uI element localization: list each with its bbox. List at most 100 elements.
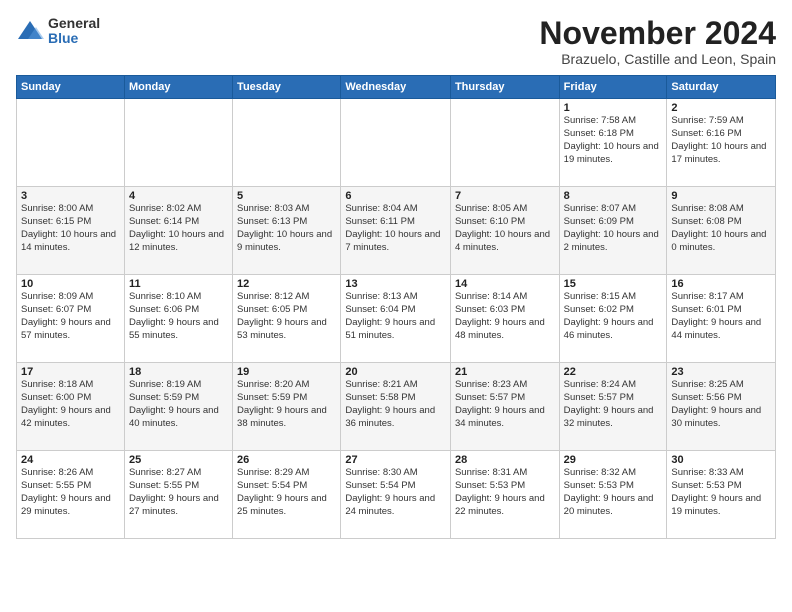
- day-info: Sunrise: 7:58 AMSunset: 6:18 PMDaylight:…: [564, 115, 663, 166]
- page-container: General Blue November 2024 Brazuelo, Cas…: [0, 0, 792, 547]
- day-info: Sunrise: 8:03 AMSunset: 6:13 PMDaylight:…: [237, 203, 336, 254]
- day-number: 23: [671, 366, 771, 378]
- day-info: Sunrise: 8:12 AMSunset: 6:05 PMDaylight:…: [237, 291, 336, 342]
- day-number: 7: [455, 190, 555, 202]
- col-sunday: Sunday: [17, 76, 125, 99]
- calendar-cell: 22Sunrise: 8:24 AMSunset: 5:57 PMDayligh…: [559, 363, 667, 451]
- calendar-cell: [17, 99, 125, 187]
- day-info: Sunrise: 8:30 AMSunset: 5:54 PMDaylight:…: [345, 467, 446, 518]
- calendar-cell: 24Sunrise: 8:26 AMSunset: 5:55 PMDayligh…: [17, 451, 125, 539]
- col-saturday: Saturday: [667, 76, 776, 99]
- logo-text: General Blue: [48, 16, 100, 47]
- title-section: November 2024 Brazuelo, Castille and Leo…: [539, 16, 776, 67]
- day-info: Sunrise: 8:33 AMSunset: 5:53 PMDaylight:…: [671, 467, 771, 518]
- month-title: November 2024: [539, 16, 776, 51]
- day-info: Sunrise: 8:05 AMSunset: 6:10 PMDaylight:…: [455, 203, 555, 254]
- day-number: 22: [564, 366, 663, 378]
- day-number: 1: [564, 102, 663, 114]
- calendar-week-2: 3Sunrise: 8:00 AMSunset: 6:15 PMDaylight…: [17, 187, 776, 275]
- calendar-cell: 12Sunrise: 8:12 AMSunset: 6:05 PMDayligh…: [233, 275, 341, 363]
- day-number: 13: [345, 278, 446, 290]
- day-info: Sunrise: 8:19 AMSunset: 5:59 PMDaylight:…: [129, 379, 228, 430]
- day-number: 16: [671, 278, 771, 290]
- calendar-cell: 26Sunrise: 8:29 AMSunset: 5:54 PMDayligh…: [233, 451, 341, 539]
- day-number: 30: [671, 454, 771, 466]
- calendar-cell: 10Sunrise: 8:09 AMSunset: 6:07 PMDayligh…: [17, 275, 125, 363]
- day-info: Sunrise: 8:26 AMSunset: 5:55 PMDaylight:…: [21, 467, 120, 518]
- calendar-week-3: 10Sunrise: 8:09 AMSunset: 6:07 PMDayligh…: [17, 275, 776, 363]
- calendar-cell: 29Sunrise: 8:32 AMSunset: 5:53 PMDayligh…: [559, 451, 667, 539]
- day-number: 9: [671, 190, 771, 202]
- logo-general: General: [48, 16, 100, 31]
- day-info: Sunrise: 8:14 AMSunset: 6:03 PMDaylight:…: [455, 291, 555, 342]
- col-tuesday: Tuesday: [233, 76, 341, 99]
- calendar-cell: 9Sunrise: 8:08 AMSunset: 6:08 PMDaylight…: [667, 187, 776, 275]
- day-info: Sunrise: 8:07 AMSunset: 6:09 PMDaylight:…: [564, 203, 663, 254]
- day-info: Sunrise: 8:18 AMSunset: 6:00 PMDaylight:…: [21, 379, 120, 430]
- calendar-cell: [233, 99, 341, 187]
- day-number: 2: [671, 102, 771, 114]
- day-info: Sunrise: 8:25 AMSunset: 5:56 PMDaylight:…: [671, 379, 771, 430]
- calendar-header: Sunday Monday Tuesday Wednesday Thursday…: [17, 76, 776, 99]
- day-info: Sunrise: 8:15 AMSunset: 6:02 PMDaylight:…: [564, 291, 663, 342]
- day-info: Sunrise: 8:23 AMSunset: 5:57 PMDaylight:…: [455, 379, 555, 430]
- logo-blue: Blue: [48, 31, 100, 46]
- day-number: 19: [237, 366, 336, 378]
- day-number: 28: [455, 454, 555, 466]
- calendar-week-5: 24Sunrise: 8:26 AMSunset: 5:55 PMDayligh…: [17, 451, 776, 539]
- day-number: 27: [345, 454, 446, 466]
- calendar-cell: 5Sunrise: 8:03 AMSunset: 6:13 PMDaylight…: [233, 187, 341, 275]
- calendar-cell: [341, 99, 451, 187]
- calendar-table: Sunday Monday Tuesday Wednesday Thursday…: [16, 75, 776, 539]
- calendar-cell: 13Sunrise: 8:13 AMSunset: 6:04 PMDayligh…: [341, 275, 451, 363]
- col-monday: Monday: [124, 76, 232, 99]
- day-number: 4: [129, 190, 228, 202]
- calendar-cell: 27Sunrise: 8:30 AMSunset: 5:54 PMDayligh…: [341, 451, 451, 539]
- day-info: Sunrise: 8:31 AMSunset: 5:53 PMDaylight:…: [455, 467, 555, 518]
- calendar-cell: 21Sunrise: 8:23 AMSunset: 5:57 PMDayligh…: [450, 363, 559, 451]
- calendar-cell: 3Sunrise: 8:00 AMSunset: 6:15 PMDaylight…: [17, 187, 125, 275]
- day-number: 24: [21, 454, 120, 466]
- day-number: 3: [21, 190, 120, 202]
- calendar-cell: 30Sunrise: 8:33 AMSunset: 5:53 PMDayligh…: [667, 451, 776, 539]
- calendar-cell: 1Sunrise: 7:58 AMSunset: 6:18 PMDaylight…: [559, 99, 667, 187]
- day-info: Sunrise: 8:24 AMSunset: 5:57 PMDaylight:…: [564, 379, 663, 430]
- col-wednesday: Wednesday: [341, 76, 451, 99]
- day-number: 5: [237, 190, 336, 202]
- calendar-cell: [450, 99, 559, 187]
- day-number: 26: [237, 454, 336, 466]
- header: General Blue November 2024 Brazuelo, Cas…: [16, 16, 776, 67]
- day-info: Sunrise: 8:20 AMSunset: 5:59 PMDaylight:…: [237, 379, 336, 430]
- calendar-week-1: 1Sunrise: 7:58 AMSunset: 6:18 PMDaylight…: [17, 99, 776, 187]
- day-info: Sunrise: 8:21 AMSunset: 5:58 PMDaylight:…: [345, 379, 446, 430]
- calendar-cell: 16Sunrise: 8:17 AMSunset: 6:01 PMDayligh…: [667, 275, 776, 363]
- day-info: Sunrise: 7:59 AMSunset: 6:16 PMDaylight:…: [671, 115, 771, 166]
- day-number: 11: [129, 278, 228, 290]
- day-number: 21: [455, 366, 555, 378]
- calendar-cell: 11Sunrise: 8:10 AMSunset: 6:06 PMDayligh…: [124, 275, 232, 363]
- day-number: 20: [345, 366, 446, 378]
- calendar-cell: 14Sunrise: 8:14 AMSunset: 6:03 PMDayligh…: [450, 275, 559, 363]
- calendar-cell: 28Sunrise: 8:31 AMSunset: 5:53 PMDayligh…: [450, 451, 559, 539]
- header-row: Sunday Monday Tuesday Wednesday Thursday…: [17, 76, 776, 99]
- day-number: 29: [564, 454, 663, 466]
- calendar-cell: 23Sunrise: 8:25 AMSunset: 5:56 PMDayligh…: [667, 363, 776, 451]
- day-number: 25: [129, 454, 228, 466]
- day-number: 17: [21, 366, 120, 378]
- day-info: Sunrise: 8:29 AMSunset: 5:54 PMDaylight:…: [237, 467, 336, 518]
- day-info: Sunrise: 8:02 AMSunset: 6:14 PMDaylight:…: [129, 203, 228, 254]
- calendar-cell: 19Sunrise: 8:20 AMSunset: 5:59 PMDayligh…: [233, 363, 341, 451]
- col-friday: Friday: [559, 76, 667, 99]
- location: Brazuelo, Castille and Leon, Spain: [539, 51, 776, 67]
- day-info: Sunrise: 8:00 AMSunset: 6:15 PMDaylight:…: [21, 203, 120, 254]
- day-info: Sunrise: 8:04 AMSunset: 6:11 PMDaylight:…: [345, 203, 446, 254]
- day-number: 12: [237, 278, 336, 290]
- calendar-body: 1Sunrise: 7:58 AMSunset: 6:18 PMDaylight…: [17, 99, 776, 539]
- calendar-cell: 2Sunrise: 7:59 AMSunset: 6:16 PMDaylight…: [667, 99, 776, 187]
- day-info: Sunrise: 8:32 AMSunset: 5:53 PMDaylight:…: [564, 467, 663, 518]
- day-number: 14: [455, 278, 555, 290]
- col-thursday: Thursday: [450, 76, 559, 99]
- day-number: 18: [129, 366, 228, 378]
- calendar-cell: 8Sunrise: 8:07 AMSunset: 6:09 PMDaylight…: [559, 187, 667, 275]
- day-number: 8: [564, 190, 663, 202]
